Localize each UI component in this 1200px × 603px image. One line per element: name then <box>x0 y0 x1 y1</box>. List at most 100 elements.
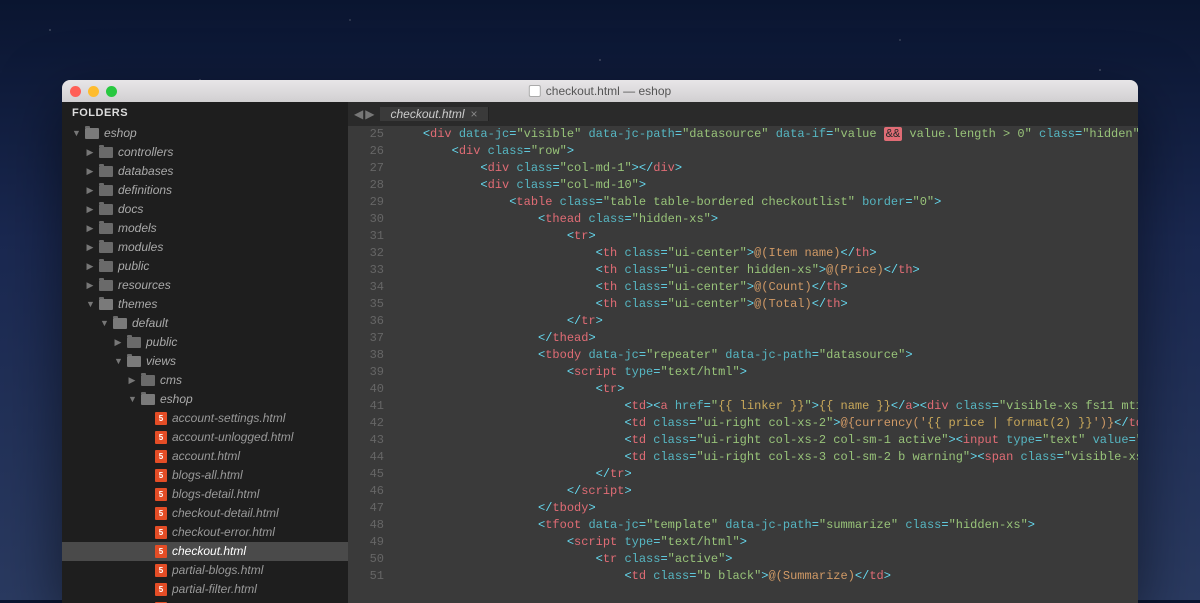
code-text: </tbody> <box>394 500 596 517</box>
line-number: 38 <box>348 347 394 364</box>
file-name: partial-blogs.html <box>172 562 263 579</box>
code-line[interactable]: 51 <td class="b black">@(Summarize)</td> <box>348 568 1138 585</box>
code-line[interactable]: 26 <div class="row"> <box>348 143 1138 160</box>
code-line[interactable]: 27 <div class="col-md-1"></div> <box>348 160 1138 177</box>
file-item[interactable]: checkout-detail.html <box>62 504 348 523</box>
file-tree[interactable]: ▼eshop▶controllers▶databases▶definitions… <box>62 124 348 603</box>
html-file-icon <box>155 431 167 444</box>
nav-forward-button[interactable]: ▶ <box>365 107 374 121</box>
code-text: </script> <box>394 483 632 500</box>
file-item[interactable]: partial-filter.html <box>62 580 348 599</box>
code-line[interactable]: 34 <th class="ui-center">@(Count)</th> <box>348 279 1138 296</box>
folder-item[interactable]: ▼eshop <box>62 390 348 409</box>
code-area[interactable]: 25 <div data-jc="visible" data-jc-path="… <box>348 126 1138 603</box>
file-item[interactable]: checkout.html <box>62 542 348 561</box>
sidebar-header: FOLDERS <box>62 102 348 124</box>
folder-item[interactable]: ▶ public <box>62 333 348 352</box>
code-line[interactable]: 28 <div class="col-md-10"> <box>348 177 1138 194</box>
minimize-window-button[interactable] <box>88 86 99 97</box>
nav-back-button[interactable]: ◀ <box>354 107 363 121</box>
folder-name: public <box>146 334 177 351</box>
file-item[interactable]: blogs-detail.html <box>62 485 348 504</box>
window-titlebar[interactable]: checkout.html — eshop <box>62 80 1138 102</box>
code-line[interactable]: 49 <script type="text/html"> <box>348 534 1138 551</box>
line-number: 39 <box>348 364 394 381</box>
folder-item[interactable]: ▼eshop <box>62 124 348 143</box>
code-line[interactable]: 29 <table class="table table-bordered ch… <box>348 194 1138 211</box>
code-line[interactable]: 44 <td class="ui-right col-xs-3 col-sm-2… <box>348 449 1138 466</box>
chevron-right-icon: ▶ <box>114 334 122 351</box>
folder-item[interactable]: ▶docs <box>62 200 348 219</box>
editor-tab[interactable]: checkout.html × <box>380 107 488 121</box>
code-line[interactable]: 30 <thead class="hidden-xs"> <box>348 211 1138 228</box>
file-item[interactable]: account-settings.html <box>62 409 348 428</box>
code-text: <tfoot data-jc="template" data-jc-path="… <box>394 517 1035 534</box>
chevron-right-icon: ▶ <box>86 258 94 275</box>
html-file-icon <box>155 450 167 463</box>
close-window-button[interactable] <box>70 86 81 97</box>
file-item[interactable]: partial-blogs.html <box>62 561 348 580</box>
code-line[interactable]: 33 <th class="ui-center hidden-xs">@(Pri… <box>348 262 1138 279</box>
line-number: 48 <box>348 517 394 534</box>
line-number: 32 <box>348 245 394 262</box>
code-text: <th class="ui-center">@(Item name)</th> <box>394 245 877 262</box>
folder-item[interactable]: ▼themes <box>62 295 348 314</box>
tab-label: checkout.html <box>390 107 464 121</box>
code-line[interactable]: 41 <td><a href="{{ linker }}">{{ name }}… <box>348 398 1138 415</box>
folder-name: resources <box>118 277 171 294</box>
folder-icon <box>85 128 99 139</box>
editor-pane: ◀ ▶ checkout.html × 25 <div data-jc="visi… <box>348 102 1138 603</box>
code-line[interactable]: 47 </tbody> <box>348 500 1138 517</box>
folder-item[interactable]: ▶databases <box>62 162 348 181</box>
line-number: 43 <box>348 432 394 449</box>
code-line[interactable]: 36 </tr> <box>348 313 1138 330</box>
file-item[interactable]: account-unlogged.html <box>62 428 348 447</box>
line-number: 49 <box>348 534 394 551</box>
folder-item[interactable]: ▶cms <box>62 371 348 390</box>
window-controls <box>70 86 117 97</box>
folder-name: views <box>146 353 176 370</box>
code-line[interactable]: 35 <th class="ui-center">@(Total)</th> <box>348 296 1138 313</box>
code-line[interactable]: 39 <script type="text/html"> <box>348 364 1138 381</box>
line-number: 36 <box>348 313 394 330</box>
folder-item[interactable]: ▼default <box>62 314 348 333</box>
code-text: <tbody data-jc="repeater" data-jc-path="… <box>394 347 913 364</box>
chevron-down-icon: ▼ <box>100 315 108 332</box>
folder-item[interactable]: ▶modules <box>62 238 348 257</box>
zoom-window-button[interactable] <box>106 86 117 97</box>
close-tab-button[interactable]: × <box>471 107 478 121</box>
folder-item[interactable]: ▶public <box>62 257 348 276</box>
line-number: 35 <box>348 296 394 313</box>
folder-item[interactable]: ▶resources <box>62 276 348 295</box>
file-name: blogs-all.html <box>172 467 243 484</box>
line-number: 26 <box>348 143 394 160</box>
code-line[interactable]: 37 </thead> <box>348 330 1138 347</box>
file-item[interactable]: checkout-error.html <box>62 523 348 542</box>
chevron-down-icon: ▼ <box>72 125 80 142</box>
code-text: <tr> <box>394 381 624 398</box>
code-text: </thead> <box>394 330 596 347</box>
folder-item[interactable]: ▶controllers <box>62 143 348 162</box>
editor-window: checkout.html — eshop FOLDERS ▼eshop▶con… <box>62 80 1138 603</box>
line-number: 41 <box>348 398 394 415</box>
code-line[interactable]: 50 <tr class="active"> <box>348 551 1138 568</box>
code-line[interactable]: 38 <tbody data-jc="repeater" data-jc-pat… <box>348 347 1138 364</box>
code-text: <div class="col-md-1"></div> <box>394 160 682 177</box>
code-line[interactable]: 25 <div data-jc="visible" data-jc-path="… <box>348 126 1138 143</box>
code-line[interactable]: 48 <tfoot data-jc="template" data-jc-pat… <box>348 517 1138 534</box>
code-line[interactable]: 32 <th class="ui-center">@(Item name)</t… <box>348 245 1138 262</box>
folder-name: definitions <box>118 182 172 199</box>
file-item[interactable]: account.html <box>62 447 348 466</box>
code-line[interactable]: 42 <td class="ui-right col-xs-2">@{curre… <box>348 415 1138 432</box>
code-line[interactable]: 46 </script> <box>348 483 1138 500</box>
folder-item[interactable]: ▶ definitions <box>62 181 348 200</box>
folder-item[interactable]: ▶models <box>62 219 348 238</box>
folder-item[interactable]: ▼views <box>62 352 348 371</box>
code-line[interactable]: 31 <tr> <box>348 228 1138 245</box>
code-line[interactable]: 43 <td class="ui-right col-xs-2 col-sm-1… <box>348 432 1138 449</box>
file-item[interactable]: blogs-all.html <box>62 466 348 485</box>
line-number: 30 <box>348 211 394 228</box>
code-line[interactable]: 40 <tr> <box>348 381 1138 398</box>
chevron-right-icon: ▶ <box>86 182 94 199</box>
code-line[interactable]: 45 </tr> <box>348 466 1138 483</box>
